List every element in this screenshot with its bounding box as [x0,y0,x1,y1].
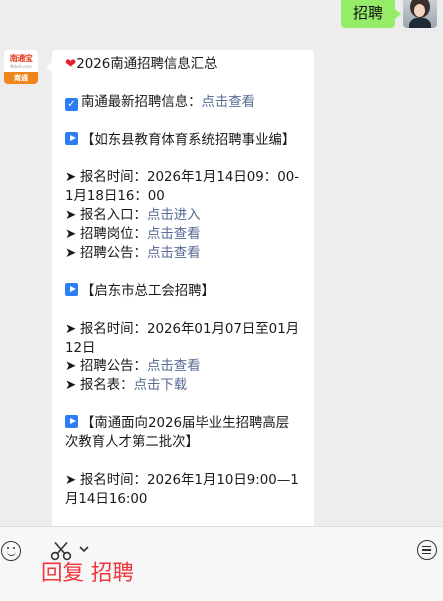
list-item: ➤ 报名时间：2026年1月14日09：00-1月18日16：00 [65,169,301,207]
list-item: ➤ 报名表：点击下载 [65,377,301,396]
list-item: ➤ 招聘公告：点击查看 [65,245,301,264]
arrow-bullet-icon: ➤ [65,378,77,394]
message-title-line: ❤2026南通招聘信息汇总 [65,56,301,75]
sections: 【如东县教育体育系统招聘事业编】 ➤ 报名时间：2026年1月14日09：00-1月… [65,131,301,510]
section-heading-line: 【南通面向2026届毕业生招聘高层次教育人才第二批次】 [65,415,301,453]
item-label: 报名时间： [80,472,147,488]
play-button-icon [65,415,78,429]
item-link[interactable]: 点击查看 [147,359,201,374]
arrow-bullet-icon: ➤ [65,321,77,337]
list-item: ➤ 招聘岗位：点击查看 [65,226,301,245]
outgoing-message-row: 招聘 [0,0,443,30]
item-link[interactable]: 点击下载 [134,378,188,393]
latest-link[interactable]: 点击查看 [202,95,256,110]
menu-list-icon[interactable] [417,540,437,560]
list-item: ➤ 报名入口：点击进入 [65,207,301,226]
item-link[interactable]: 点击查看 [147,227,201,242]
section-heading-line: 【启东市总工会招聘】 [65,282,301,302]
arrow-bullet-icon: ➤ [65,227,77,243]
user-avatar[interactable] [403,0,437,28]
section-heading: 【如东县教育体育系统招聘事业编】 [81,132,296,148]
section-heading-line: 【如东县教育体育系统招聘事业编】 [65,131,301,151]
scissors-icon[interactable] [50,541,72,561]
logo-text: 南通宝 [9,54,33,63]
item-label: 招聘公告： [80,246,147,262]
official-account-avatar[interactable]: 南通宝 Ntbsh.com 南通 [4,50,38,84]
message-title: 2026南通招聘信息汇总 [76,57,218,72]
section-heading: 【南通面向2026届毕业生招聘高层次教育人才第二批次】 [65,416,290,451]
item-label: 招聘公告： [80,359,147,375]
chevron-down-icon[interactable] [79,544,89,554]
list-item: ➤ 报名时间：2026年01月07日至01月12日 [65,321,301,359]
arrow-bullet-icon: ➤ [65,208,77,224]
arrow-bullet-icon: ➤ [65,472,77,488]
item-label: 报名入口： [80,208,147,224]
item-label: 报名表： [80,378,134,394]
emoji-icon[interactable] [1,541,21,561]
play-button-icon [65,131,78,145]
item-label: 招聘岗位： [80,227,147,243]
logo-url: Ntbsh.com [10,64,32,69]
play-button-icon [65,282,78,296]
list-item: ➤ 报名时间：2026年1月10日9:00—1月14日16:00 [65,472,301,510]
list-item: ➤ 招聘公告：点击查看 [65,358,301,377]
item-label: 报名时间： [80,321,147,337]
item-label: 报名时间： [80,170,147,186]
latest-label: 南通最新招聘信息： [81,94,202,110]
item-link[interactable]: 点击查看 [147,246,201,261]
section-heading: 【启东市总工会招聘】 [81,283,215,299]
latest-line: ✓ 南通最新招聘信息：点击查看 [65,94,301,113]
reply-hint-text: 回复 招聘 [41,561,134,586]
incoming-message-bubble: ❤2026南通招聘信息汇总 ✓ 南通最新招聘信息：点击查看 【如东县教育体育系统招… [46,50,314,526]
outgoing-message-bubble[interactable]: 招聘 [340,0,402,28]
input-bar: 回复 招聘 [0,526,443,601]
chat-area: 招聘 南通宝 Ntbsh.com 南通 ❤2026南通招聘信息汇总 ✓ 南通最新招… [0,0,443,526]
arrow-bullet-icon: ➤ [65,170,77,186]
message-body: ❤2026南通招聘信息汇总 ✓ 南通最新招聘信息：点击查看 【如东县教育体育系统招… [65,56,301,510]
arrow-bullet-icon: ➤ [65,246,77,262]
arrow-bullet-icon: ➤ [65,359,77,375]
logo-city: 南通 [4,72,38,84]
heart-icon: ❤ [65,57,77,72]
item-link[interactable]: 点击进入 [147,208,201,223]
check-box-icon: ✓ [65,97,78,111]
